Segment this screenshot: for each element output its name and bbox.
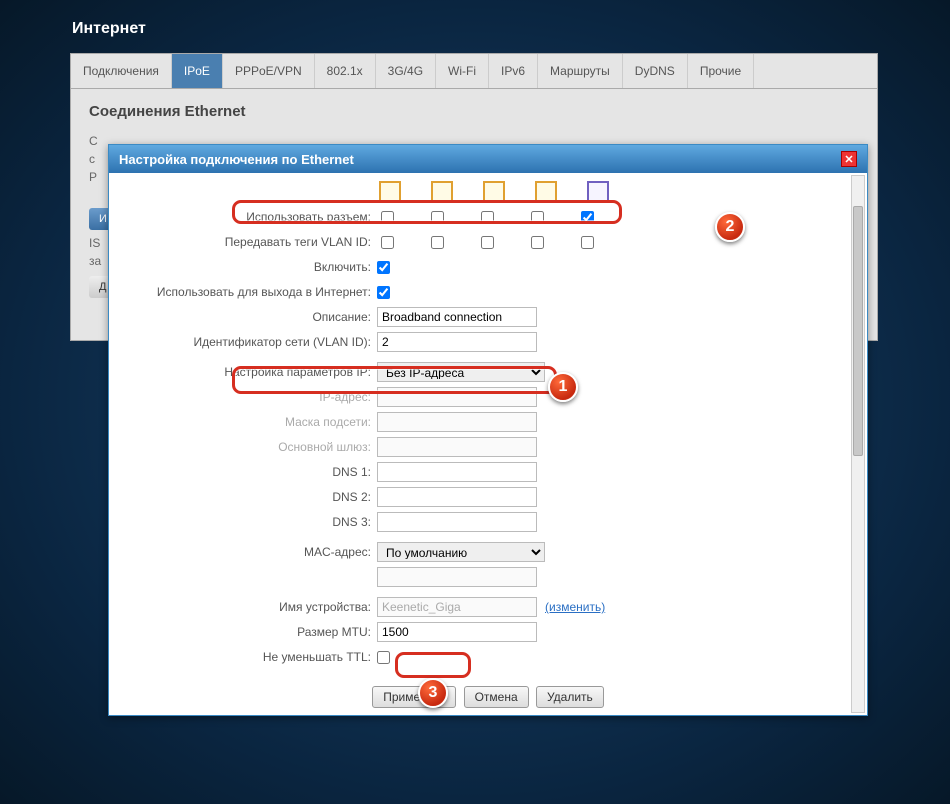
cancel-button[interactable]: Отмена bbox=[464, 686, 529, 708]
vlan-checkbox-0[interactable] bbox=[381, 236, 394, 249]
tab-wifi[interactable]: Wi-Fi bbox=[436, 54, 489, 88]
tab-ipv6[interactable]: IPv6 bbox=[489, 54, 538, 88]
label-ttl: Не уменьшать TTL: bbox=[127, 650, 377, 664]
port-icon bbox=[431, 181, 453, 203]
dns1-input[interactable] bbox=[377, 462, 537, 482]
dialog-scrollbar[interactable] bbox=[851, 175, 865, 713]
section-title: Соединения Ethernet bbox=[71, 89, 877, 130]
label-dns2: DNS 2: bbox=[127, 490, 377, 504]
dialog-title: Настройка подключения по Ethernet bbox=[119, 152, 354, 167]
connector-checkbox-0[interactable] bbox=[381, 211, 394, 224]
vlan-checkbox-4[interactable] bbox=[581, 236, 594, 249]
mask-input bbox=[377, 412, 537, 432]
tabs-bar: Подключения IPoE PPPoE/VPN 802.1x 3G/4G … bbox=[71, 54, 877, 89]
tab-connections[interactable]: Подключения bbox=[71, 54, 172, 88]
description-input[interactable] bbox=[377, 307, 537, 327]
use-internet-checkbox[interactable] bbox=[377, 286, 390, 299]
label-ip-settings: Настройка параметров IP: bbox=[127, 365, 377, 379]
label-dns3: DNS 3: bbox=[127, 515, 377, 529]
device-name-input bbox=[377, 597, 537, 617]
label-vlan-tags: Передавать теги VLAN ID: bbox=[127, 235, 377, 249]
label-mask: Маска подсети: bbox=[127, 415, 377, 429]
tab-ipoe[interactable]: IPoE bbox=[172, 54, 223, 88]
delete-button[interactable]: Удалить bbox=[536, 686, 604, 708]
ethernet-config-dialog: Настройка подключения по Ethernet ✕ Испо… bbox=[108, 144, 868, 716]
tab-pppoe[interactable]: PPPoE/VPN bbox=[223, 54, 315, 88]
step-badge-2: 2 bbox=[715, 212, 745, 242]
connector-checkbox-4[interactable] bbox=[581, 211, 594, 224]
vlan-id-input[interactable] bbox=[377, 332, 537, 352]
mac-input bbox=[377, 567, 537, 587]
ip-addr-input bbox=[377, 387, 537, 407]
port-icon bbox=[587, 181, 609, 203]
ip-mode-select[interactable]: Без IP-адреса bbox=[377, 362, 545, 382]
label-description: Описание: bbox=[127, 310, 377, 324]
vlan-checkbox-1[interactable] bbox=[431, 236, 444, 249]
page-title: Интернет bbox=[0, 0, 950, 53]
tab-other[interactable]: Прочие bbox=[688, 54, 754, 88]
label-enable: Включить: bbox=[127, 260, 377, 274]
scrollbar-thumb[interactable] bbox=[853, 206, 863, 456]
label-dns1: DNS 1: bbox=[127, 465, 377, 479]
label-use-internet: Использовать для выхода в Интернет: bbox=[127, 285, 377, 299]
dns2-input[interactable] bbox=[377, 487, 537, 507]
tab-3g4g[interactable]: 3G/4G bbox=[376, 54, 436, 88]
step-badge-1: 1 bbox=[548, 372, 578, 402]
dns3-input[interactable] bbox=[377, 512, 537, 532]
mac-mode-select[interactable]: По умолчанию bbox=[377, 542, 545, 562]
tab-dyndns[interactable]: DyDNS bbox=[623, 54, 688, 88]
label-vlan-id: Идентификатор сети (VLAN ID): bbox=[127, 335, 377, 349]
label-mtu: Размер MTU: bbox=[127, 625, 377, 639]
label-device-name: Имя устройства: bbox=[127, 600, 377, 614]
port-icon bbox=[379, 181, 401, 203]
label-gateway: Основной шлюз: bbox=[127, 440, 377, 454]
gateway-input bbox=[377, 437, 537, 457]
change-link[interactable]: (изменить) bbox=[545, 600, 605, 614]
dialog-header: Настройка подключения по Ethernet ✕ bbox=[109, 145, 867, 173]
close-icon[interactable]: ✕ bbox=[841, 151, 857, 167]
connector-checkbox-2[interactable] bbox=[481, 211, 494, 224]
vlan-checkbox-3[interactable] bbox=[531, 236, 544, 249]
port-icon bbox=[535, 181, 557, 203]
enable-checkbox[interactable] bbox=[377, 261, 390, 274]
label-use-connector: Использовать разъем: bbox=[127, 210, 377, 224]
mtu-input[interactable] bbox=[377, 622, 537, 642]
ttl-checkbox[interactable] bbox=[377, 651, 390, 664]
label-ip-addr: IP-адрес: bbox=[127, 390, 377, 404]
tab-routes[interactable]: Маршруты bbox=[538, 54, 623, 88]
label-mac: MAC-адрес: bbox=[127, 545, 377, 559]
port-icon bbox=[483, 181, 505, 203]
step-badge-3: 3 bbox=[418, 678, 448, 708]
connector-checkbox-3[interactable] bbox=[531, 211, 544, 224]
connector-checkbox-1[interactable] bbox=[431, 211, 444, 224]
port-diagram bbox=[379, 181, 849, 203]
vlan-checkbox-2[interactable] bbox=[481, 236, 494, 249]
tab-8021x[interactable]: 802.1x bbox=[315, 54, 376, 88]
